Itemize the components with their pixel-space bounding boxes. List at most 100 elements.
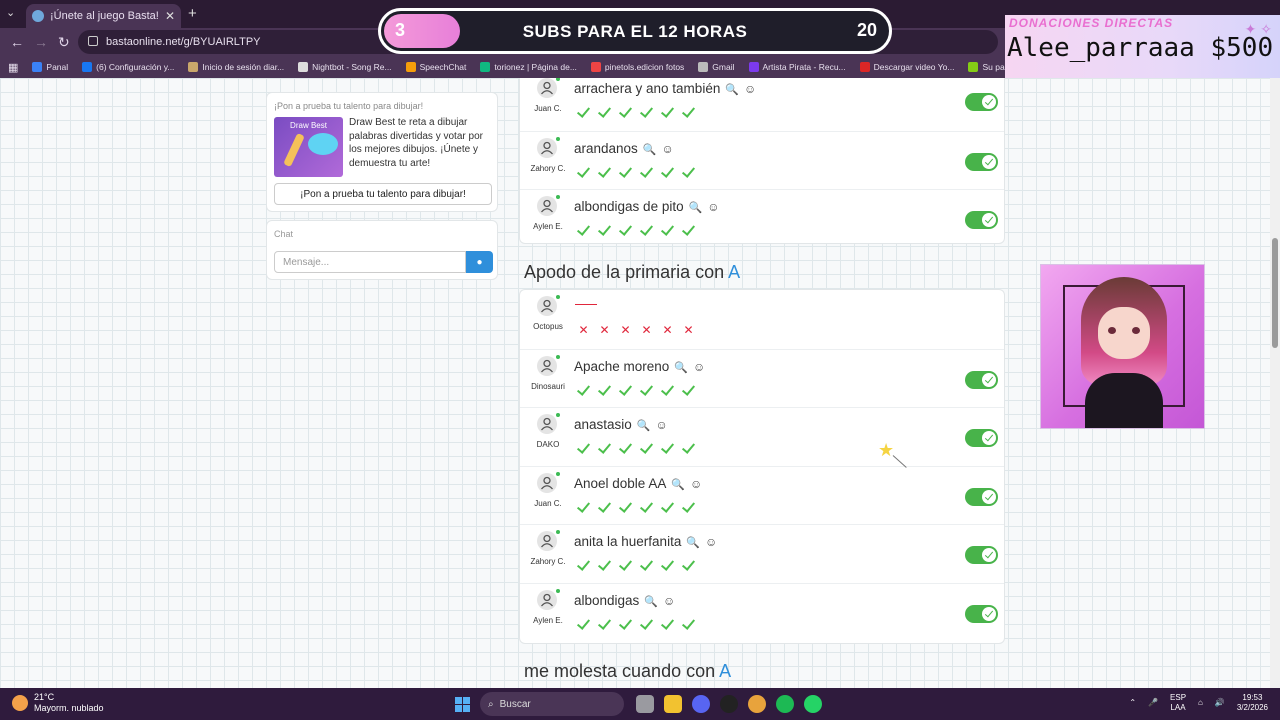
validity-toggle[interactable]	[965, 370, 998, 389]
check-icon	[639, 383, 654, 398]
bookmark-item[interactable]: Artista Pirata - Recu...	[748, 62, 846, 72]
cross-icon: ✕	[683, 323, 694, 337]
apps-grid-icon[interactable]: ▦	[8, 61, 18, 74]
bookmark-favicon-icon	[859, 62, 870, 72]
tray-chevron-icon[interactable]: ⌃	[1129, 698, 1136, 708]
check-icon	[681, 441, 696, 456]
network-icon[interactable]: ⌂	[1198, 698, 1203, 708]
discord-icon[interactable]	[692, 695, 710, 713]
validity-toggle[interactable]	[965, 487, 998, 506]
clock[interactable]: 19:53 3/2/2026	[1237, 693, 1268, 713]
check-icon	[660, 500, 675, 515]
answer-text: albondigas de pito 🔍 ☺	[574, 199, 720, 215]
star-cursor-icon: ★	[878, 440, 895, 460]
bookmark-item[interactable]: Gmail	[698, 62, 735, 72]
smiley-icon[interactable]: ☺	[705, 535, 717, 549]
cross-icon: ✕	[620, 323, 631, 337]
reload-icon[interactable]: ↻	[58, 34, 70, 51]
online-indicator	[556, 471, 560, 476]
promo-description: Draw Best te reta a dibujar palabras div…	[349, 117, 483, 169]
weather-widget[interactable]: 21°C Mayorm. nublado	[12, 692, 104, 714]
tab-close-icon[interactable]: ✕	[165, 9, 175, 23]
check-icon	[618, 105, 633, 120]
bookmark-item[interactable]: Inicio de sesión diar...	[188, 62, 284, 72]
check-icon	[597, 165, 612, 180]
start-button[interactable]	[455, 697, 470, 712]
check-icon	[639, 558, 654, 573]
microphone-icon[interactable]: 🎤	[1148, 698, 1158, 708]
check-icon	[597, 383, 612, 398]
bookmark-item[interactable]: Panal	[32, 62, 68, 72]
webcam-overlay	[1040, 264, 1205, 429]
smiley-icon[interactable]: ☺	[663, 594, 675, 608]
check-icon	[597, 617, 612, 632]
search-icon[interactable]: 🔍	[644, 596, 658, 608]
chrome-icon[interactable]	[748, 695, 766, 713]
check-icon	[639, 441, 654, 456]
bookmark-item[interactable]: torionez | Página de...	[480, 62, 577, 72]
smiley-icon[interactable]: ☺	[693, 360, 705, 374]
file-explorer-icon[interactable]	[664, 695, 682, 713]
meta-icon	[32, 62, 43, 72]
smiley-icon[interactable]: ☺	[744, 82, 756, 96]
bookmark-item[interactable]: Nightbot - Song Re...	[298, 62, 392, 72]
promo-card: ¡Pon a prueba tu talento para dibujar! D…	[266, 92, 498, 212]
vote-marks	[576, 558, 696, 573]
bookmark-favicon-icon	[480, 62, 491, 72]
promo-button[interactable]: ¡Pon a prueba tu talento para dibujar!	[274, 183, 492, 205]
task-view-icon[interactable]	[636, 695, 654, 713]
chat-message-input[interactable]: Mensaje...	[274, 251, 466, 273]
bookmark-item[interactable]: Descargar video Yo...	[859, 62, 954, 72]
browser-tab[interactable]: ¡Únete al juego Basta! ✕	[26, 4, 181, 28]
smiley-icon[interactable]: ☺	[656, 418, 668, 432]
site-info-icon[interactable]	[88, 36, 98, 46]
player-name: Zahory C.	[530, 163, 566, 173]
chat-bubble-icon: ●	[476, 256, 483, 268]
player-name: Aylen E.	[533, 616, 563, 625]
validity-toggle[interactable]	[965, 152, 998, 171]
obs-icon[interactable]	[720, 695, 738, 713]
forward-icon[interactable]: →	[34, 34, 48, 50]
search-icon[interactable]: 🔍	[671, 479, 685, 491]
online-indicator	[556, 530, 560, 535]
validity-toggle[interactable]	[965, 546, 998, 565]
search-icon[interactable]: 🔍	[637, 420, 651, 432]
answer-row: Zahory C. arandanos 🔍 ☺	[520, 130, 1004, 189]
whatsapp-icon[interactable]	[804, 695, 822, 713]
scrollbar-thumb[interactable]	[1272, 238, 1278, 348]
smiley-icon[interactable]: ☺	[662, 142, 674, 156]
smiley-icon[interactable]: ☺	[707, 200, 719, 214]
player-name: DAKO	[536, 440, 560, 450]
draw-best-thumbnail[interactable]: Draw Best	[274, 117, 343, 177]
tab-search-icon[interactable]: ⌄	[6, 6, 15, 19]
search-icon[interactable]: 🔍	[686, 537, 700, 549]
validity-toggle[interactable]	[965, 605, 998, 623]
search-icon[interactable]: 🔍	[689, 202, 703, 214]
facebook-icon	[82, 62, 93, 72]
check-icon	[576, 383, 591, 398]
smiley-icon[interactable]: ☺	[690, 477, 702, 491]
validity-toggle[interactable]	[965, 211, 998, 230]
check-icon	[681, 105, 696, 120]
taskbar-search[interactable]: ⌕ Buscar	[480, 692, 624, 716]
bookmark-item[interactable]: (6) Configuración y...	[82, 62, 174, 72]
bookmark-item[interactable]: SpeechChat	[405, 62, 466, 72]
subs-goal-target: 20	[856, 20, 877, 40]
send-message-button[interactable]: ●	[466, 251, 493, 273]
validity-toggle[interactable]	[965, 93, 998, 111]
language-indicator[interactable]: ESP LAA	[1170, 693, 1186, 713]
search-icon[interactable]: 🔍	[725, 84, 739, 96]
check-icon	[639, 500, 654, 515]
answer-text: anita la huerfanita 🔍 ☺	[574, 534, 718, 550]
vote-marks: ✕ ✕ ✕ ✕ ✕ ✕	[576, 323, 696, 338]
search-icon[interactable]: 🔍	[643, 144, 657, 156]
donation-entry: Alee_parraaa $500	[1007, 33, 1274, 63]
spotify-icon[interactable]	[776, 695, 794, 713]
back-icon[interactable]: ←	[10, 34, 24, 50]
search-icon[interactable]: 🔍	[674, 362, 688, 374]
validity-toggle[interactable]	[965, 429, 998, 448]
bookmark-item[interactable]: pinetols.edicion fotos	[590, 62, 684, 72]
page-scrollbar[interactable]	[1270, 78, 1280, 688]
volume-icon[interactable]: 🔊	[1215, 698, 1225, 708]
new-tab-icon[interactable]: +	[188, 5, 197, 22]
